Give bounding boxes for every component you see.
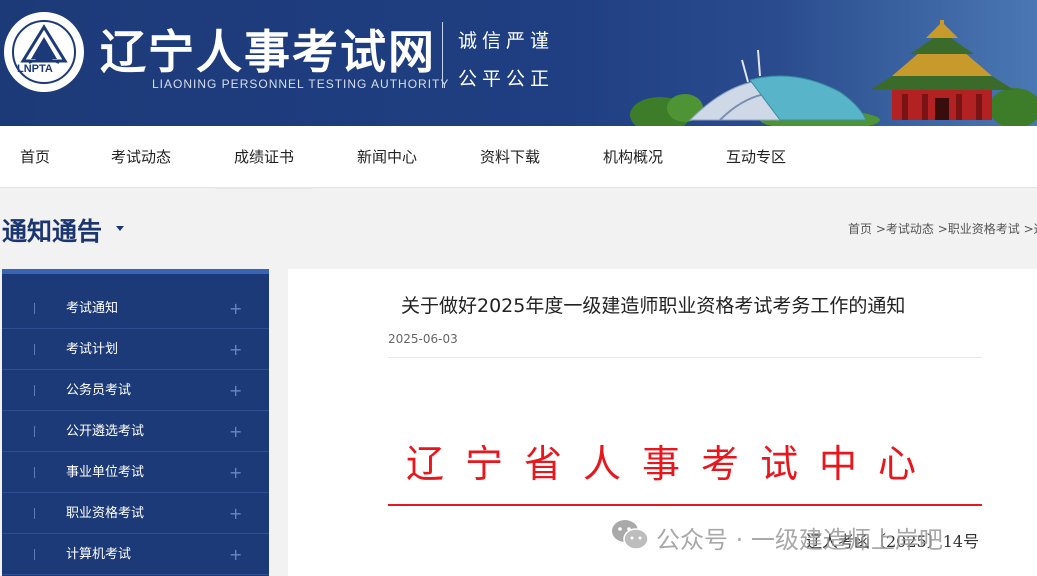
expand-plus-icon[interactable]: +	[229, 411, 242, 452]
expand-plus-icon[interactable]: +	[229, 534, 242, 575]
expand-plus-icon[interactable]: +	[229, 452, 242, 493]
breadcrumb: 首页 >考试动态 >职业资格考试 >通	[848, 220, 1037, 237]
breadcrumb-home[interactable]: 首页	[848, 222, 872, 236]
motto-line-1: 诚信严谨	[458, 30, 555, 52]
nav-about[interactable]: 机构概况	[603, 126, 663, 188]
sidebar-item-public-institution[interactable]: 事业单位考试 +	[2, 452, 269, 493]
document-org-heading: 辽宁省人事考试中心	[406, 442, 938, 486]
sidebar-item-label: 公开遴选考试	[66, 424, 145, 439]
site-header: LNPTA 辽宁人事考试网 LIAONING PERSONNEL TESTING…	[0, 0, 1037, 126]
sidebar-item-label: 事业单位考试	[66, 465, 145, 480]
sidebar-item-label: 公务员考试	[66, 383, 132, 398]
nav-downloads[interactable]: 资料下载	[480, 126, 540, 188]
sidebar: 考试通知 + 考试计划 + 公务员考试 + 公开遴选考试 + 事业单位考试 + …	[2, 269, 269, 576]
main-nav: 首页 考试动态 成绩证书 新闻中心 资料下载 机构概况 互动专区	[0, 126, 1037, 189]
expand-plus-icon[interactable]: +	[229, 288, 242, 329]
expand-plus-icon[interactable]: +	[229, 370, 242, 411]
nav-news-center[interactable]: 新闻中心	[357, 126, 417, 188]
caret-down-icon[interactable]	[116, 226, 124, 231]
sidebar-item-label: 考试计划	[66, 342, 119, 357]
sidebar-item-exam-notices[interactable]: 考试通知 +	[2, 288, 269, 329]
wechat-icon	[612, 520, 649, 550]
red-divider	[388, 504, 982, 506]
lnpta-logo[interactable]: LNPTA	[4, 12, 84, 92]
breadcrumb-exam-news[interactable]: 考试动态	[886, 222, 934, 236]
site-subtitle: LIAONING PERSONNEL TESTING AUTHORITY	[152, 77, 450, 91]
sidebar-item-professional-qualification[interactable]: 职业资格考试 +	[2, 493, 269, 534]
sidebar-item-label: 考试通知	[66, 301, 119, 316]
motto-line-2: 公平公正	[458, 68, 555, 90]
watermark-text: 公众号 · 一级建造师上岸吧	[656, 526, 943, 554]
sidebar-item-exam-plans[interactable]: 考试计划 +	[2, 329, 269, 370]
expand-plus-icon[interactable]: +	[229, 493, 242, 534]
site-title: 辽宁人事考试网	[100, 25, 436, 79]
sidebar-item-label: 职业资格考试	[66, 506, 145, 521]
sidebar-item-label: 计算机考试	[66, 547, 132, 562]
logo-text: LNPTA	[17, 63, 53, 75]
nav-scores-certificates[interactable]: 成绩证书	[214, 126, 314, 189]
section-title[interactable]: 通知通告	[2, 212, 102, 248]
header-divider	[442, 22, 443, 88]
expand-plus-icon[interactable]: +	[229, 329, 242, 370]
article-title: 关于做好2025年度一级建造师职业资格考试考务工作的通知	[401, 295, 906, 317]
nav-interaction[interactable]: 互动专区	[726, 126, 786, 188]
nav-exam-news[interactable]: 考试动态	[111, 126, 171, 188]
divider	[388, 357, 982, 358]
nav-home[interactable]: 首页	[20, 126, 50, 188]
breadcrumb-professional-exams[interactable]: 职业资格考试	[948, 222, 1020, 236]
sidebar-item-civil-service[interactable]: 公务员考试 +	[2, 370, 269, 411]
article-date: 2025-06-03	[388, 332, 458, 346]
banner-landmark-illustration	[630, 20, 1037, 126]
sidebar-item-open-selection[interactable]: 公开遴选考试 +	[2, 411, 269, 452]
sidebar-item-computer-exam[interactable]: 计算机考试 +	[2, 534, 269, 575]
